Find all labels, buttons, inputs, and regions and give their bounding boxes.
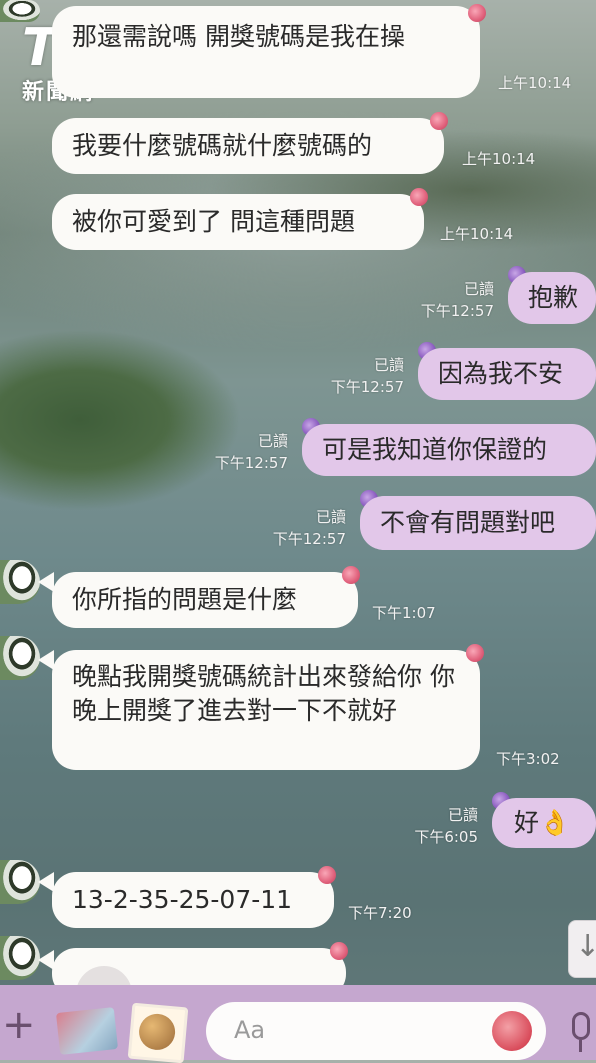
bubble-tail bbox=[38, 572, 54, 592]
message-bubble-5[interactable]: 因為我不安 bbox=[418, 348, 596, 400]
read-receipt: 已讀 bbox=[447, 806, 478, 824]
message-time: 上午10:14 bbox=[462, 150, 536, 168]
message-time: 下午7:20 bbox=[348, 904, 412, 922]
message-text: 因為我不安 bbox=[438, 359, 564, 388]
rose-sticker-icon bbox=[410, 188, 428, 206]
read-receipt: 已讀 bbox=[463, 280, 494, 298]
message-time: 下午6:05 bbox=[414, 828, 478, 846]
message-bubble-4[interactable]: 抱歉 bbox=[508, 272, 596, 324]
message-text: 晚點我開獎號碼統計出來發給你 你晚上開獎了進去對一下不就好 bbox=[72, 662, 455, 725]
sender-avatar[interactable] bbox=[0, 560, 40, 604]
read-receipt: 已讀 bbox=[315, 508, 346, 526]
rose-sticker-icon bbox=[318, 866, 336, 884]
message-text: 13-2-35-25-07-11 bbox=[72, 885, 293, 914]
sender-avatar[interactable] bbox=[0, 860, 40, 904]
scroll-to-bottom-button[interactable]: ↓ bbox=[568, 920, 596, 978]
arrow-down-icon: ↓ bbox=[575, 929, 596, 964]
rose-sticker-icon bbox=[430, 112, 448, 130]
message-text: 好👌 bbox=[514, 808, 571, 837]
read-receipt: 已讀 bbox=[257, 432, 288, 450]
message-input[interactable]: Aa bbox=[206, 1002, 546, 1060]
message-text: 你所指的問題是什麼 bbox=[72, 585, 298, 614]
message-bubble-8[interactable]: 你所指的問題是什麼 bbox=[52, 572, 358, 628]
emoji-icon[interactable] bbox=[492, 1011, 532, 1051]
input-placeholder: Aa bbox=[234, 1016, 266, 1044]
sender-avatar[interactable] bbox=[0, 0, 40, 22]
message-text: 被你可愛到了 問這種問題 bbox=[72, 207, 355, 236]
message-time: 下午12:57 bbox=[214, 454, 288, 472]
message-text: 那還需說嗎 開獎號碼是我在操 bbox=[72, 22, 405, 51]
bubble-tail bbox=[38, 872, 54, 892]
message-time: 下午1:07 bbox=[372, 604, 436, 622]
message-time: 上午10:14 bbox=[498, 74, 572, 92]
message-time: 上午10:14 bbox=[440, 225, 514, 243]
message-time: 下午12:57 bbox=[420, 302, 494, 320]
message-time: 下午12:57 bbox=[272, 530, 346, 548]
message-bubble-6[interactable]: 可是我知道你保證的 bbox=[302, 424, 596, 476]
microphone-stem bbox=[579, 1040, 582, 1052]
photo-thumb bbox=[137, 1012, 177, 1052]
rose-sticker-icon bbox=[342, 566, 360, 584]
photo-sticker-button[interactable] bbox=[127, 1002, 189, 1063]
microphone-icon[interactable] bbox=[572, 1012, 590, 1040]
message-text: 不會有問題對吧 bbox=[380, 508, 556, 537]
message-bubble-1[interactable]: 那還需說嗎 開獎號碼是我在操 bbox=[52, 6, 480, 98]
sender-avatar[interactable] bbox=[0, 936, 40, 980]
message-bubble-10[interactable]: 好👌 bbox=[492, 798, 596, 848]
read-receipt: 已讀 bbox=[373, 356, 404, 374]
message-text: 可是我知道你保證的 bbox=[322, 435, 548, 464]
message-bubble-2[interactable]: 我要什麼號碼就什麼號碼的 bbox=[52, 118, 444, 174]
bubble-tail bbox=[38, 650, 54, 670]
message-bubble-3[interactable]: 被你可愛到了 問這種問題 bbox=[52, 194, 424, 250]
rose-sticker-icon bbox=[330, 942, 348, 960]
camera-sticker-button[interactable] bbox=[55, 1007, 119, 1055]
rose-sticker-icon bbox=[466, 644, 484, 662]
message-bubble-7[interactable]: 不會有問題對吧 bbox=[360, 496, 596, 550]
message-text: 我要什麼號碼就什麼號碼的 bbox=[72, 131, 373, 160]
message-time: 下午3:02 bbox=[496, 750, 560, 768]
sender-avatar[interactable] bbox=[0, 636, 40, 680]
plus-icon[interactable]: + bbox=[2, 1005, 36, 1045]
message-bubble-11[interactable]: 13-2-35-25-07-11 bbox=[52, 872, 334, 928]
message-text: 抱歉 bbox=[528, 283, 579, 312]
rose-sticker-icon bbox=[468, 4, 486, 22]
message-bubble-9[interactable]: 晚點我開獎號碼統計出來發給你 你晚上開獎了進去對一下不就好 bbox=[52, 650, 480, 770]
message-time: 下午12:57 bbox=[330, 378, 404, 396]
